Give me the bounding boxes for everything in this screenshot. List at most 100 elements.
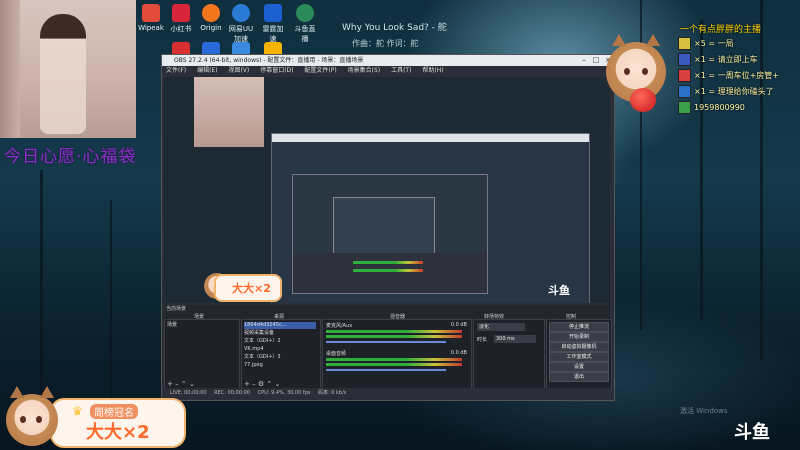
- nested-dock: [293, 253, 487, 293]
- source-item-label: 视频采集设备: [244, 330, 275, 336]
- source-item-label: 文本（GDI+）3: [244, 354, 281, 360]
- source-item-label: VK.mp4: [244, 346, 264, 352]
- gift-row: ×1 = 理理给你磕头了: [678, 84, 800, 99]
- mixer-panel: 麦克风/Aux 0.0 dB 桌面音频 0.0 dB: [322, 319, 472, 391]
- desktop-icon[interactable]: 网易UU加速: [228, 4, 254, 44]
- obs-window[interactable]: OBS 27.2.4 (64-bit, windows) - 配置文件：直播用 …: [161, 54, 615, 401]
- gift-text: ×1 = 一周车位+房管+: [694, 71, 779, 80]
- start-recording-button[interactable]: 开始录制: [549, 332, 609, 342]
- gift-text: ×1 = 请立即上车: [694, 55, 758, 64]
- exit-button[interactable]: 退出: [549, 372, 609, 382]
- preview-fan-badge: 大大×2: [214, 274, 282, 302]
- gift-row: ×1 = 一周车位+房管+: [678, 68, 800, 83]
- gift-row: 1959800990: [678, 100, 800, 115]
- duration-input[interactable]: 300 ms: [494, 335, 536, 343]
- status-bitrate: 码率: 0 kb/s: [317, 390, 347, 396]
- remove-icon[interactable]: –: [252, 380, 256, 388]
- source-item-label: 1864d4d3245c...: [244, 322, 287, 328]
- audio-meter: [353, 261, 423, 264]
- mascot-eye: [20, 416, 26, 423]
- mascot-eye: [36, 416, 42, 423]
- app-icon: [232, 4, 250, 22]
- up-icon[interactable]: ⌃: [266, 380, 272, 388]
- source-item[interactable]: 1864d4d3245c...: [244, 322, 316, 329]
- source-item[interactable]: 77.jpeg: [244, 362, 263, 369]
- source-item[interactable]: 文本（GDI+）3: [244, 354, 281, 361]
- badge-name-small: 大大×2: [232, 282, 271, 295]
- menu-view[interactable]: 视图(V): [228, 67, 249, 74]
- mascot-ear: [612, 34, 626, 46]
- gift-text: ×1 = 理理给你磕头了: [694, 87, 774, 96]
- source-item[interactable]: 视频采集设备: [244, 330, 274, 337]
- controls-panel: 停止推流 开始录制 启动虚拟摄像机 工作室模式 设置 退出: [546, 319, 612, 391]
- mixer-channel-db: 0.0 dB: [450, 322, 467, 328]
- gift-icon: [678, 37, 691, 50]
- up-icon[interactable]: ⌃: [181, 380, 187, 388]
- top-fan-badge: ♛ 周榜冠名 大大×2: [50, 398, 186, 448]
- menu-tools[interactable]: 工具(T): [391, 67, 411, 74]
- menu-help[interactable]: 帮助(H): [422, 67, 443, 74]
- remove-icon[interactable]: –: [175, 380, 179, 388]
- volume-slider[interactable]: [326, 369, 446, 371]
- mixer-channel-name: 桌面音频: [326, 351, 347, 357]
- obs-titlebar[interactable]: OBS 27.2.4 (64-bit, windows) - 配置文件：直播用 …: [162, 55, 614, 66]
- mixer-channel-db: 0.0 dB: [450, 350, 467, 356]
- obs-title: OBS 27.2.4 (64-bit, windows) - 配置文件：直播用 …: [174, 57, 364, 64]
- menu-docks[interactable]: 停靠窗口(D): [260, 67, 293, 74]
- desktop-icon[interactable]: 雷霆加速: [260, 4, 286, 44]
- scene-item[interactable]: 场景: [167, 322, 235, 329]
- source-item[interactable]: 文本（GDI+）2: [244, 338, 281, 345]
- audio-meter: [326, 363, 462, 366]
- volume-slider[interactable]: [326, 341, 446, 343]
- menu-scene-collection[interactable]: 场景集合(S): [348, 67, 381, 74]
- settings-button[interactable]: 设置: [549, 362, 609, 372]
- menu-file[interactable]: 文件(F): [166, 67, 186, 74]
- scene-toolbar: + – ⌃ ⌄: [167, 380, 195, 388]
- add-icon[interactable]: +: [244, 380, 250, 388]
- obs-preview[interactable]: [164, 77, 610, 303]
- source-item-label: 文本（GDI+）2: [244, 338, 281, 344]
- maximize-icon[interactable]: □: [590, 55, 602, 66]
- douyu-logo: 斗鱼: [548, 284, 570, 297]
- scenes-panel: 场景 + – ⌃ ⌄: [164, 319, 240, 391]
- source-toolbar: + – ⚙ ⌃ ⌄: [244, 380, 280, 388]
- duration-value: 300 ms: [496, 336, 515, 342]
- minimize-icon[interactable]: –: [578, 55, 590, 66]
- badge-name: 大大×2: [86, 422, 150, 443]
- studio-mode-button[interactable]: 工作室模式: [549, 352, 609, 362]
- badge-title: 周榜冠名: [90, 404, 138, 419]
- desktop-icon[interactable]: 小红书: [168, 4, 194, 34]
- transition-select[interactable]: 淡化: [477, 323, 525, 331]
- menu-edit[interactable]: 编辑(E): [197, 67, 217, 74]
- stop-streaming-button[interactable]: 停止推流: [549, 322, 609, 332]
- mascot-eye: [642, 68, 648, 75]
- tree-silhouette: [40, 170, 43, 410]
- transitions-panel: 淡化 时长 300 ms: [473, 319, 545, 391]
- desktop-icon[interactable]: Wipeak: [138, 4, 164, 32]
- source-item[interactable]: VK.mp4: [244, 346, 264, 353]
- desktop-icon[interactable]: Origin: [198, 4, 224, 32]
- gift-icon: [678, 69, 691, 82]
- desktop-icon-label: Wipeak: [138, 24, 164, 32]
- gift-icon: [678, 85, 691, 98]
- nested-titlebar: [272, 134, 589, 142]
- audio-meter: [326, 330, 462, 333]
- desktop-icon[interactable]: 斗鱼直播: [292, 4, 318, 44]
- status-live: LIVE: 00:00:00: [170, 390, 207, 396]
- transition-type: 淡化: [479, 324, 490, 330]
- curtain: [0, 0, 20, 138]
- source-item-label: 77.jpeg: [244, 362, 263, 368]
- down-icon[interactable]: ⌄: [274, 380, 280, 388]
- mascot-ear: [10, 386, 24, 398]
- douyu-logo: 斗鱼: [734, 422, 770, 443]
- add-icon[interactable]: +: [167, 380, 173, 388]
- nested-preview-inner: [292, 174, 488, 294]
- menu-profile[interactable]: 配置文件(P): [304, 67, 336, 74]
- mascot-ear: [646, 34, 660, 46]
- gear-icon[interactable]: ⚙: [258, 380, 264, 388]
- app-icon: [264, 4, 282, 22]
- audio-meter: [326, 358, 462, 361]
- current-scene-label: 当前场景: [166, 306, 187, 312]
- down-icon[interactable]: ⌄: [189, 380, 195, 388]
- virtual-camera-button[interactable]: 启动虚拟摄像机: [549, 342, 609, 352]
